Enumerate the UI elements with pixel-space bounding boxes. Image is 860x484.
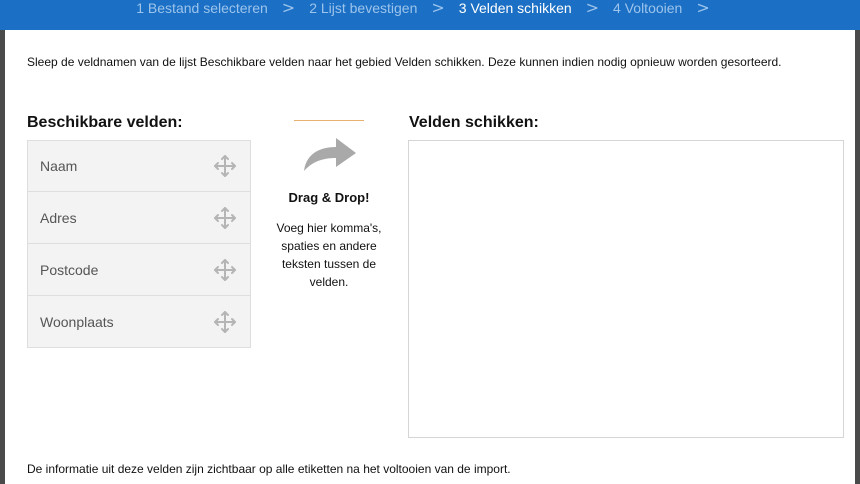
field-label: Naam (40, 158, 78, 174)
arrange-fields-heading: Velden schikken: (409, 114, 539, 131)
window-frame-left (0, 0, 5, 484)
drag-drop-hint: Drag & Drop! Voeg hier komma's, spaties … (262, 118, 396, 291)
available-fields-list: Naam Adres Postcode Woonplaats (27, 140, 251, 348)
wizard-steps-bar: 1 Bestand selecteren > 2 Lijst bevestige… (0, 0, 860, 30)
curved-arrow-icon (304, 138, 356, 171)
field-item-woonplaats[interactable]: Woonplaats (27, 296, 251, 348)
available-fields-heading: Beschikbare velden: (27, 114, 183, 131)
field-label: Postcode (40, 261, 99, 278)
move-icon[interactable] (212, 257, 238, 283)
accent-divider (294, 120, 364, 121)
step-voltooien[interactable]: 4 Voltooien (613, 0, 682, 16)
drag-drop-title: Drag & Drop! (288, 190, 370, 205)
move-icon[interactable] (212, 153, 238, 179)
drag-drop-description: Voeg hier komma's, spaties en andere tek… (276, 221, 382, 289)
footer-note: De informatie uit deze velden zijn zicht… (27, 462, 511, 476)
window-frame-right (855, 0, 860, 484)
chevron-right-icon: > (281, 0, 296, 17)
chevron-right-icon: > (696, 0, 710, 17)
field-item-naam[interactable]: Naam (27, 140, 251, 192)
chevron-right-icon: > (585, 0, 600, 17)
chevron-right-icon: > (431, 0, 445, 17)
instructions-text: Sleep de veldnamen van de lijst Beschikb… (27, 55, 782, 69)
field-item-adres[interactable]: Adres (27, 192, 251, 244)
step-velden-schikken[interactable]: 3 Velden schikken (459, 0, 572, 16)
field-label: Woonplaats (40, 313, 114, 330)
step-lijst-bevestigen[interactable]: 2 Lijst bevestigen (309, 0, 417, 16)
field-label: Adres (40, 209, 77, 226)
move-icon[interactable] (212, 309, 238, 335)
field-item-postcode[interactable]: Postcode (27, 244, 251, 296)
step-bestand-selecteren[interactable]: 1 Bestand selecteren (136, 0, 268, 16)
arrange-fields-drop-area[interactable] (408, 140, 844, 438)
move-icon[interactable] (212, 205, 238, 231)
